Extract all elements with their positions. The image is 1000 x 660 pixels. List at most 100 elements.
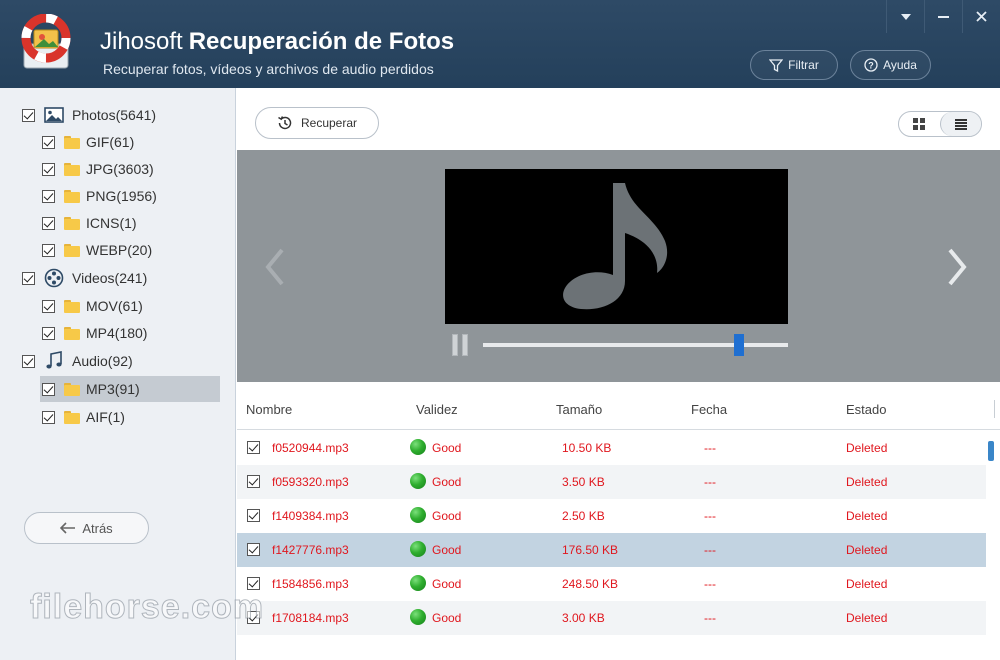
back-button[interactable]: Atrás bbox=[24, 512, 149, 544]
file-name-cell: f0593320.mp3 bbox=[272, 475, 349, 489]
row-checkbox[interactable] bbox=[247, 475, 260, 488]
list-icon bbox=[954, 118, 967, 130]
checkbox[interactable] bbox=[42, 216, 55, 230]
column-header-size[interactable]: Tamaño bbox=[556, 402, 602, 417]
close-icon[interactable] bbox=[962, 0, 1000, 33]
grid-view-button[interactable] bbox=[899, 112, 940, 136]
pause-bar bbox=[452, 334, 458, 356]
seek-thumb[interactable] bbox=[734, 334, 745, 356]
table-row[interactable]: f1409384.mp3 Good 2.50 KB --- Deleted bbox=[237, 499, 986, 533]
pause-button[interactable] bbox=[449, 334, 471, 356]
file-name-cell: f1584856.mp3 bbox=[272, 577, 349, 591]
tree-item-webp[interactable]: WEBP(20) bbox=[42, 237, 152, 263]
title-bar: Jihosoft Recuperación de Fotos Recuperar … bbox=[0, 0, 1000, 88]
date-cell: --- bbox=[704, 543, 716, 557]
tree-item-aif[interactable]: AIF(1) bbox=[42, 404, 125, 430]
folder-icon bbox=[64, 189, 80, 203]
watermark-logo: filehorse.com bbox=[29, 588, 265, 627]
music-note-icon bbox=[563, 183, 668, 310]
tree-item-icns[interactable]: ICNS(1) bbox=[42, 210, 137, 236]
filter-button[interactable]: Filtrar bbox=[750, 50, 838, 80]
media-preview bbox=[237, 150, 1000, 382]
size-cell: 3.00 KB bbox=[562, 611, 605, 625]
next-arrow-icon[interactable] bbox=[947, 247, 967, 287]
table-row[interactable]: f0593320.mp3 Good 3.50 KB --- Deleted bbox=[237, 465, 986, 499]
checkbox[interactable] bbox=[42, 189, 55, 203]
file-name-cell: f1708184.mp3 bbox=[272, 611, 349, 625]
checkbox[interactable] bbox=[22, 354, 35, 368]
column-header-validity[interactable]: Validez bbox=[416, 402, 458, 417]
validity-cell: Good bbox=[432, 543, 462, 557]
checkbox[interactable] bbox=[42, 162, 55, 176]
tree-item-label: PNG(1956) bbox=[86, 188, 157, 204]
tree-item-label: MOV(61) bbox=[86, 298, 143, 314]
checkbox[interactable] bbox=[42, 243, 55, 257]
tree-category-label: Videos(241) bbox=[72, 270, 148, 286]
row-checkbox[interactable] bbox=[247, 543, 260, 556]
table-row[interactable]: f1708184.mp3 Good 3.00 KB --- Deleted bbox=[237, 601, 986, 635]
checkbox[interactable] bbox=[22, 108, 35, 122]
tree-item-mp4[interactable]: MP4(180) bbox=[42, 320, 147, 346]
date-cell: --- bbox=[704, 611, 716, 625]
file-name-cell: f1409384.mp3 bbox=[272, 509, 349, 523]
app-title: Jihosoft Recuperación de Fotos bbox=[100, 28, 454, 56]
list-view-button[interactable] bbox=[939, 112, 981, 136]
size-cell: 176.50 KB bbox=[562, 543, 619, 557]
tree-item-png[interactable]: PNG(1956) bbox=[42, 183, 157, 209]
filter-button-label: Filtrar bbox=[788, 58, 819, 72]
file-table-body: f0520944.mp3 Good 10.50 KB --- Deleted f… bbox=[237, 431, 986, 660]
validity-dot-icon bbox=[410, 575, 426, 591]
previous-arrow-icon[interactable] bbox=[265, 247, 285, 287]
tree-item-label: AIF(1) bbox=[86, 409, 125, 425]
file-name-cell: f1427776.mp3 bbox=[272, 543, 349, 557]
recover-button[interactable]: Recuperar bbox=[255, 107, 379, 139]
back-button-label: Atrás bbox=[82, 520, 113, 536]
validity-cell: Good bbox=[432, 611, 462, 625]
tree-item-label: JPG(3603) bbox=[86, 161, 154, 177]
seek-bar[interactable] bbox=[483, 334, 788, 356]
column-header-status[interactable]: Estado bbox=[846, 402, 886, 417]
table-scrollbar[interactable] bbox=[986, 431, 1000, 660]
tree-item-label: MP4(180) bbox=[86, 325, 148, 341]
tree-item-mov[interactable]: MOV(61) bbox=[42, 293, 143, 319]
tree-category-photos[interactable]: Photos(5641) bbox=[22, 102, 156, 128]
dropdown-menu-icon[interactable] bbox=[886, 0, 924, 33]
checkbox[interactable] bbox=[22, 271, 35, 285]
recover-button-label: Recuperar bbox=[300, 116, 358, 130]
main-toolbar: Recuperar bbox=[237, 88, 1000, 150]
app-logo-icon bbox=[18, 13, 74, 72]
tree-item-gif[interactable]: GIF(61) bbox=[42, 129, 134, 155]
column-header-date[interactable]: Fecha bbox=[691, 402, 727, 417]
row-checkbox[interactable] bbox=[247, 509, 260, 522]
tree-category-audio[interactable]: Audio(92) bbox=[22, 348, 133, 374]
checkbox[interactable] bbox=[42, 382, 55, 396]
folder-icon bbox=[64, 299, 80, 313]
help-circle-icon: ? bbox=[864, 58, 878, 72]
table-row[interactable]: f1584856.mp3 Good 248.50 KB --- Deleted bbox=[237, 567, 986, 601]
app-product-name: Recuperación de Fotos bbox=[188, 28, 455, 55]
app-subtitle: Recuperar fotos, vídeos y archivos de au… bbox=[103, 61, 434, 77]
folder-icon bbox=[64, 243, 80, 257]
checkbox[interactable] bbox=[42, 135, 55, 149]
help-button[interactable]: ? Ayuda bbox=[850, 50, 931, 80]
table-row[interactable]: f1427776.mp3 Good 176.50 KB --- Deleted bbox=[237, 533, 986, 567]
scrollbar-thumb[interactable] bbox=[988, 441, 994, 461]
folder-icon bbox=[64, 410, 80, 424]
status-cell: Deleted bbox=[846, 611, 888, 625]
tree-item-jpg[interactable]: JPG(3603) bbox=[42, 156, 154, 182]
checkbox[interactable] bbox=[42, 326, 55, 340]
size-cell: 3.50 KB bbox=[562, 475, 605, 489]
tree-item-mp3[interactable]: MP3(91) bbox=[40, 376, 220, 402]
tree-category-videos[interactable]: Videos(241) bbox=[22, 265, 147, 291]
status-cell: Deleted bbox=[846, 509, 888, 523]
validity-dot-icon bbox=[410, 507, 426, 523]
table-row[interactable]: f0520944.mp3 Good 10.50 KB --- Deleted bbox=[237, 431, 986, 465]
status-cell: Deleted bbox=[846, 475, 888, 489]
checkbox[interactable] bbox=[42, 410, 55, 424]
column-header-name[interactable]: Nombre bbox=[246, 402, 292, 417]
status-cell: Deleted bbox=[846, 441, 888, 455]
row-checkbox[interactable] bbox=[247, 441, 260, 454]
tree-category-label: Photos(5641) bbox=[72, 107, 157, 123]
checkbox[interactable] bbox=[42, 299, 55, 313]
minimize-icon[interactable] bbox=[924, 0, 962, 33]
